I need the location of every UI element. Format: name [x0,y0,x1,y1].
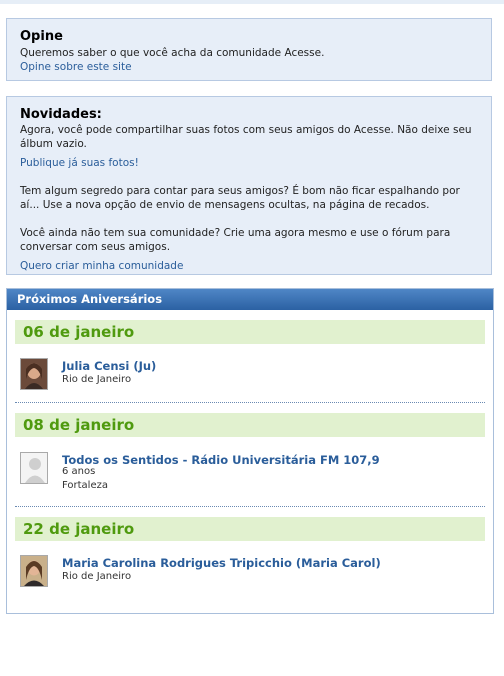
person-city: Fortaleza [62,480,108,491]
opine-title: Opine [20,29,63,44]
photo-avatar[interactable] [20,555,48,587]
date-heading: 08 de janeiro [15,413,485,437]
person-age: 6 anos [62,466,96,477]
person-name-link[interactable]: Julia Censi (Ju) [62,359,156,373]
top-strip [0,0,504,4]
person-city: Rio de Janeiro [62,374,132,385]
date-heading: 06 de janeiro [15,320,485,344]
default-user-avatar[interactable] [20,452,48,484]
group-divider [15,506,485,507]
photo-avatar[interactable] [20,358,48,390]
opine-link[interactable]: Opine sobre este site [20,60,132,74]
novidades-paragraph-secret: Tem algum segredo para contar para seus … [20,185,460,211]
person-name-link[interactable]: Maria Carolina Rodrigues Tripicchio (Mar… [62,556,381,570]
opine-box: Opine Queremos saber o que você acha da … [6,18,492,81]
novidades-title: Novidades: [20,107,102,122]
date-heading: 22 de janeiro [15,517,485,541]
novidades-content: Agora, você pode compartilhar suas fotos… [20,123,482,273]
group-divider [15,402,485,403]
birthdays-header: Próximos Aniversários [7,289,493,310]
birthdays-panel: Próximos Aniversários 06 de janeiro Juli… [6,288,494,614]
person-city: Rio de Janeiro [62,571,132,582]
create-community-link[interactable]: Quero criar minha comunidade [20,260,183,272]
novidades-box: Novidades: Agora, você pode compartilhar… [6,96,492,275]
novidades-paragraph-community: Você ainda não tem sua comunidade? Crie … [20,227,451,253]
person-name-link[interactable]: Todos os Sentidos - Rádio Universitária … [62,453,380,467]
publish-photos-link[interactable]: Publique já suas fotos! [20,157,139,169]
novidades-paragraph-photos: Agora, você pode compartilhar suas fotos… [20,124,472,150]
opine-text: Queremos saber o que você acha da comuni… [20,47,325,59]
